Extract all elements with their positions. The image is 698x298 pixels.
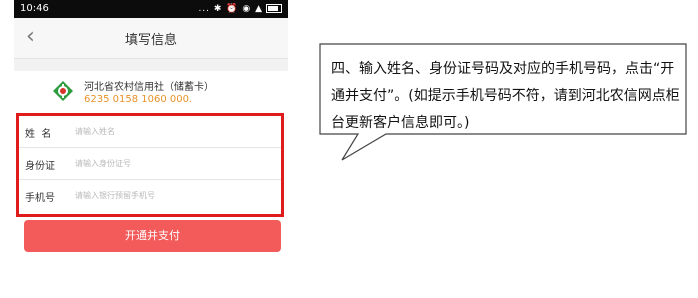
id-number-label: 身份证 <box>25 161 55 172</box>
phone-label: 手机号 <box>25 193 55 204</box>
battery-icon <box>266 4 282 13</box>
form-row-phone: 手机号 <box>19 180 281 211</box>
phone-screen: 10:46 ... ✱ ⏰ ◉ ▲ ‹ 填写信息 河北省农村信用社（储蓄卡） 6… <box>14 0 288 298</box>
bank-card-info: 河北省农村信用社（储蓄卡） 6235 0158 1060 000. <box>14 71 288 111</box>
status-icons-glyphs: ... ✱ ⏰ ◉ ▲ <box>198 4 263 14</box>
bank-name: 河北省农村信用社（储蓄卡） <box>84 82 214 93</box>
status-bar: 10:46 ... ✱ ⏰ ◉ ▲ <box>14 0 288 18</box>
highlighted-form: 姓 名 身份证 手机号 <box>16 113 284 217</box>
bank-card-number: 6235 0158 1060 000. <box>84 94 193 105</box>
bank-logo-icon <box>53 81 73 101</box>
status-time: 10:46 <box>20 3 49 14</box>
page-title: 填写信息 <box>124 33 177 48</box>
form-row-id: 身份证 <box>19 148 281 180</box>
name-label: 姓 名 <box>25 129 52 140</box>
section-divider <box>14 59 288 71</box>
form-row-name: 姓 名 <box>19 116 281 148</box>
phone-input[interactable] <box>75 187 265 203</box>
open-and-pay-button[interactable]: 开通并支付 <box>24 220 281 252</box>
name-input[interactable] <box>75 123 265 139</box>
status-icons: ... ✱ ⏰ ◉ ▲ <box>198 0 282 18</box>
callout-text: 四、输入姓名、身份证号码及对应的手机号码，点击“开通并支付”。(如提示手机号码不… <box>331 61 680 131</box>
nav-bar: ‹ 填写信息 <box>14 18 288 59</box>
id-number-input[interactable] <box>75 155 265 171</box>
